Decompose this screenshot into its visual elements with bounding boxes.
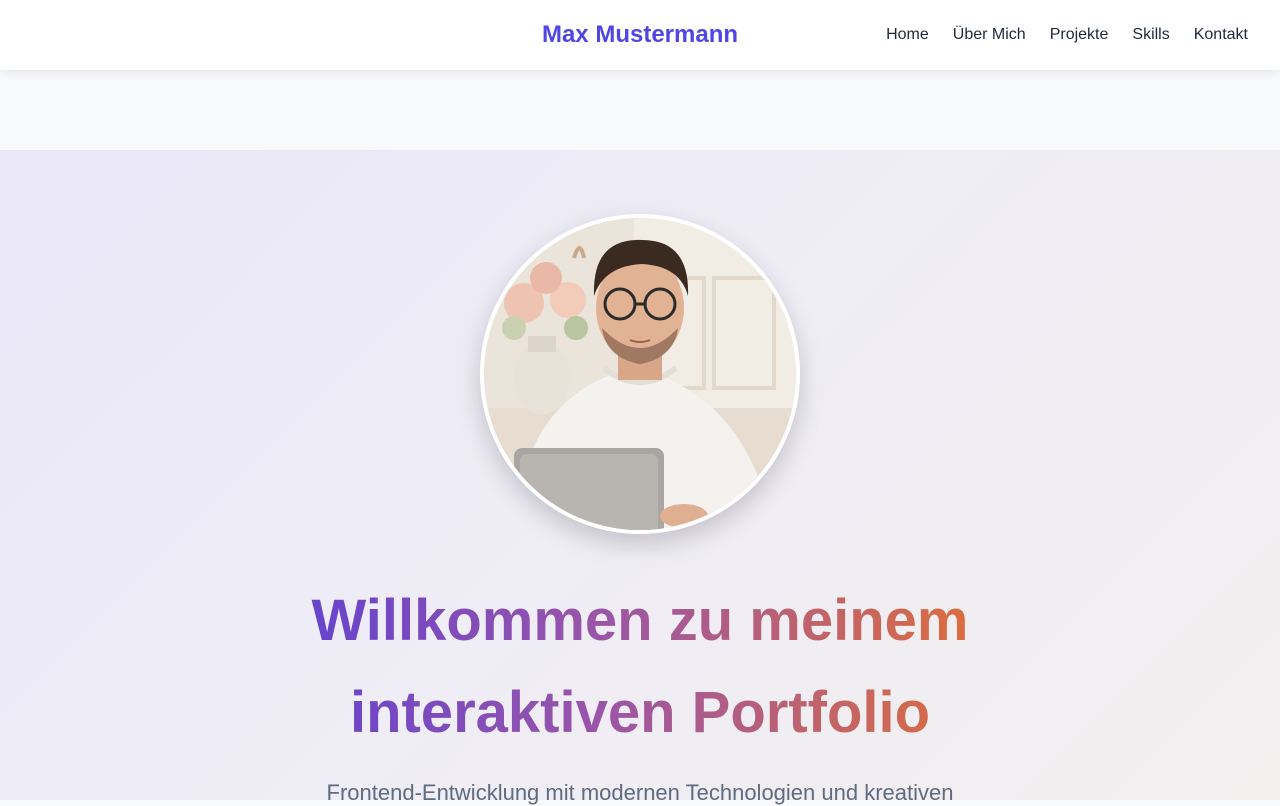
nav-links: Home Über Mich Projekte Skills Kontakt	[886, 0, 1248, 70]
profile-photo	[480, 214, 800, 534]
hero-subtitle: Frontend-Entwicklung mit modernen Techno…	[326, 780, 954, 805]
brand-name[interactable]: Max Mustermann	[542, 21, 738, 48]
hero-headline: Willkommen zu meinem interaktiven Portfo…	[240, 575, 1040, 759]
nav-link-skills[interactable]: Skills	[1132, 26, 1169, 43]
hero-headline-line1: Willkommen zu meinem	[311, 588, 969, 653]
nav-item-home: Home	[886, 26, 929, 44]
nav-link-projects[interactable]: Projekte	[1050, 26, 1109, 43]
profile-photo-illustration	[484, 218, 796, 530]
nav-item-skills: Skills	[1132, 26, 1169, 44]
top-navbar: Max Mustermann Home Über Mich Projekte S…	[0, 0, 1280, 70]
hero-section: Willkommen zu meinem interaktiven Portfo…	[0, 150, 1280, 805]
nav-link-contact[interactable]: Kontakt	[1194, 26, 1248, 43]
nav-item-contact: Kontakt	[1194, 26, 1248, 44]
nav-item-about: Über Mich	[953, 26, 1026, 44]
hero-headline-line2: interaktiven Portfolio	[349, 680, 931, 745]
nav-item-projects: Projekte	[1050, 26, 1109, 44]
nav-link-about[interactable]: Über Mich	[953, 26, 1026, 43]
nav-link-home[interactable]: Home	[886, 26, 929, 43]
